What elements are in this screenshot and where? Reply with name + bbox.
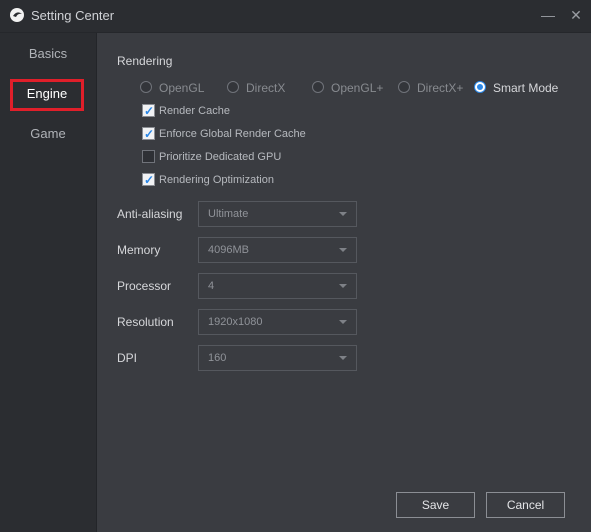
checkbox-box: ✓ — [142, 173, 155, 187]
checkbox-box — [142, 150, 155, 163]
select-value: Ultimate — [208, 208, 249, 220]
checkbox-label: Render Cache — [159, 105, 230, 117]
app-logo-icon — [10, 8, 24, 22]
anti-aliasing-select[interactable]: Ultimate — [198, 201, 357, 227]
radio-label: OpenGL — [159, 81, 205, 95]
checkmark-icon: ✓ — [144, 104, 155, 118]
checkbox-label: Prioritize Dedicated GPU — [159, 151, 282, 163]
chevron-down-icon — [339, 284, 347, 288]
select-value: 4 — [208, 280, 215, 292]
radio-label: OpenGL+ — [331, 81, 384, 95]
window-title: Setting Center — [31, 8, 115, 23]
resolution-select[interactable]: 1920x1080 — [198, 309, 357, 335]
close-icon[interactable]: ✕ — [567, 6, 585, 24]
memory-select[interactable]: 4096MB — [198, 237, 357, 263]
cancel-button[interactable]: Cancel — [486, 492, 565, 518]
processor-label: Processor — [117, 279, 172, 293]
chevron-down-icon — [339, 248, 347, 252]
processor-select[interactable]: 4 — [198, 273, 357, 299]
title-bar: Setting Center — ✕ — [0, 0, 591, 33]
sidebar-item-engine[interactable]: Engine — [10, 79, 84, 111]
chevron-down-icon — [339, 356, 347, 360]
checkbox-box: ✓ — [142, 127, 155, 141]
checkbox-box: ✓ — [142, 104, 155, 118]
radio-label: Smart Mode — [493, 81, 559, 95]
radio-dot — [140, 81, 152, 93]
checkmark-icon: ✓ — [144, 173, 155, 187]
rendering-section-title: Rendering — [117, 54, 173, 68]
chevron-down-icon — [339, 212, 347, 216]
radio-dot — [227, 81, 239, 93]
checkmark-icon: ✓ — [144, 127, 155, 141]
sidebar-item-game[interactable]: Game — [8, 119, 88, 149]
sidebar: Basics Engine Game — [0, 33, 97, 532]
minimize-icon[interactable]: — — [539, 6, 557, 24]
save-button[interactable]: Save — [396, 492, 475, 518]
checkbox-label: Enforce Global Render Cache — [159, 128, 306, 140]
sidebar-item-basics[interactable]: Basics — [8, 39, 88, 69]
radio-label: DirectX+ — [417, 81, 464, 95]
radio-label: DirectX — [246, 81, 286, 95]
radio-dot — [474, 81, 486, 93]
memory-label: Memory — [117, 243, 161, 257]
anti-aliasing-label: Anti-aliasing — [117, 207, 183, 221]
chevron-down-icon — [339, 320, 347, 324]
radio-dot — [398, 81, 410, 93]
dpi-label: DPI — [117, 351, 138, 365]
rendering-mode-group: OpenGL DirectX OpenGL+ DirectX+ Smart Mo… — [140, 78, 580, 98]
resolution-label: Resolution — [117, 315, 174, 329]
select-value: 1920x1080 — [208, 316, 263, 328]
select-value: 160 — [208, 352, 227, 364]
select-value: 4096MB — [208, 244, 249, 256]
radio-dot — [312, 81, 324, 93]
checkbox-label: Rendering Optimization — [159, 174, 274, 186]
dpi-select[interactable]: 160 — [198, 345, 357, 371]
